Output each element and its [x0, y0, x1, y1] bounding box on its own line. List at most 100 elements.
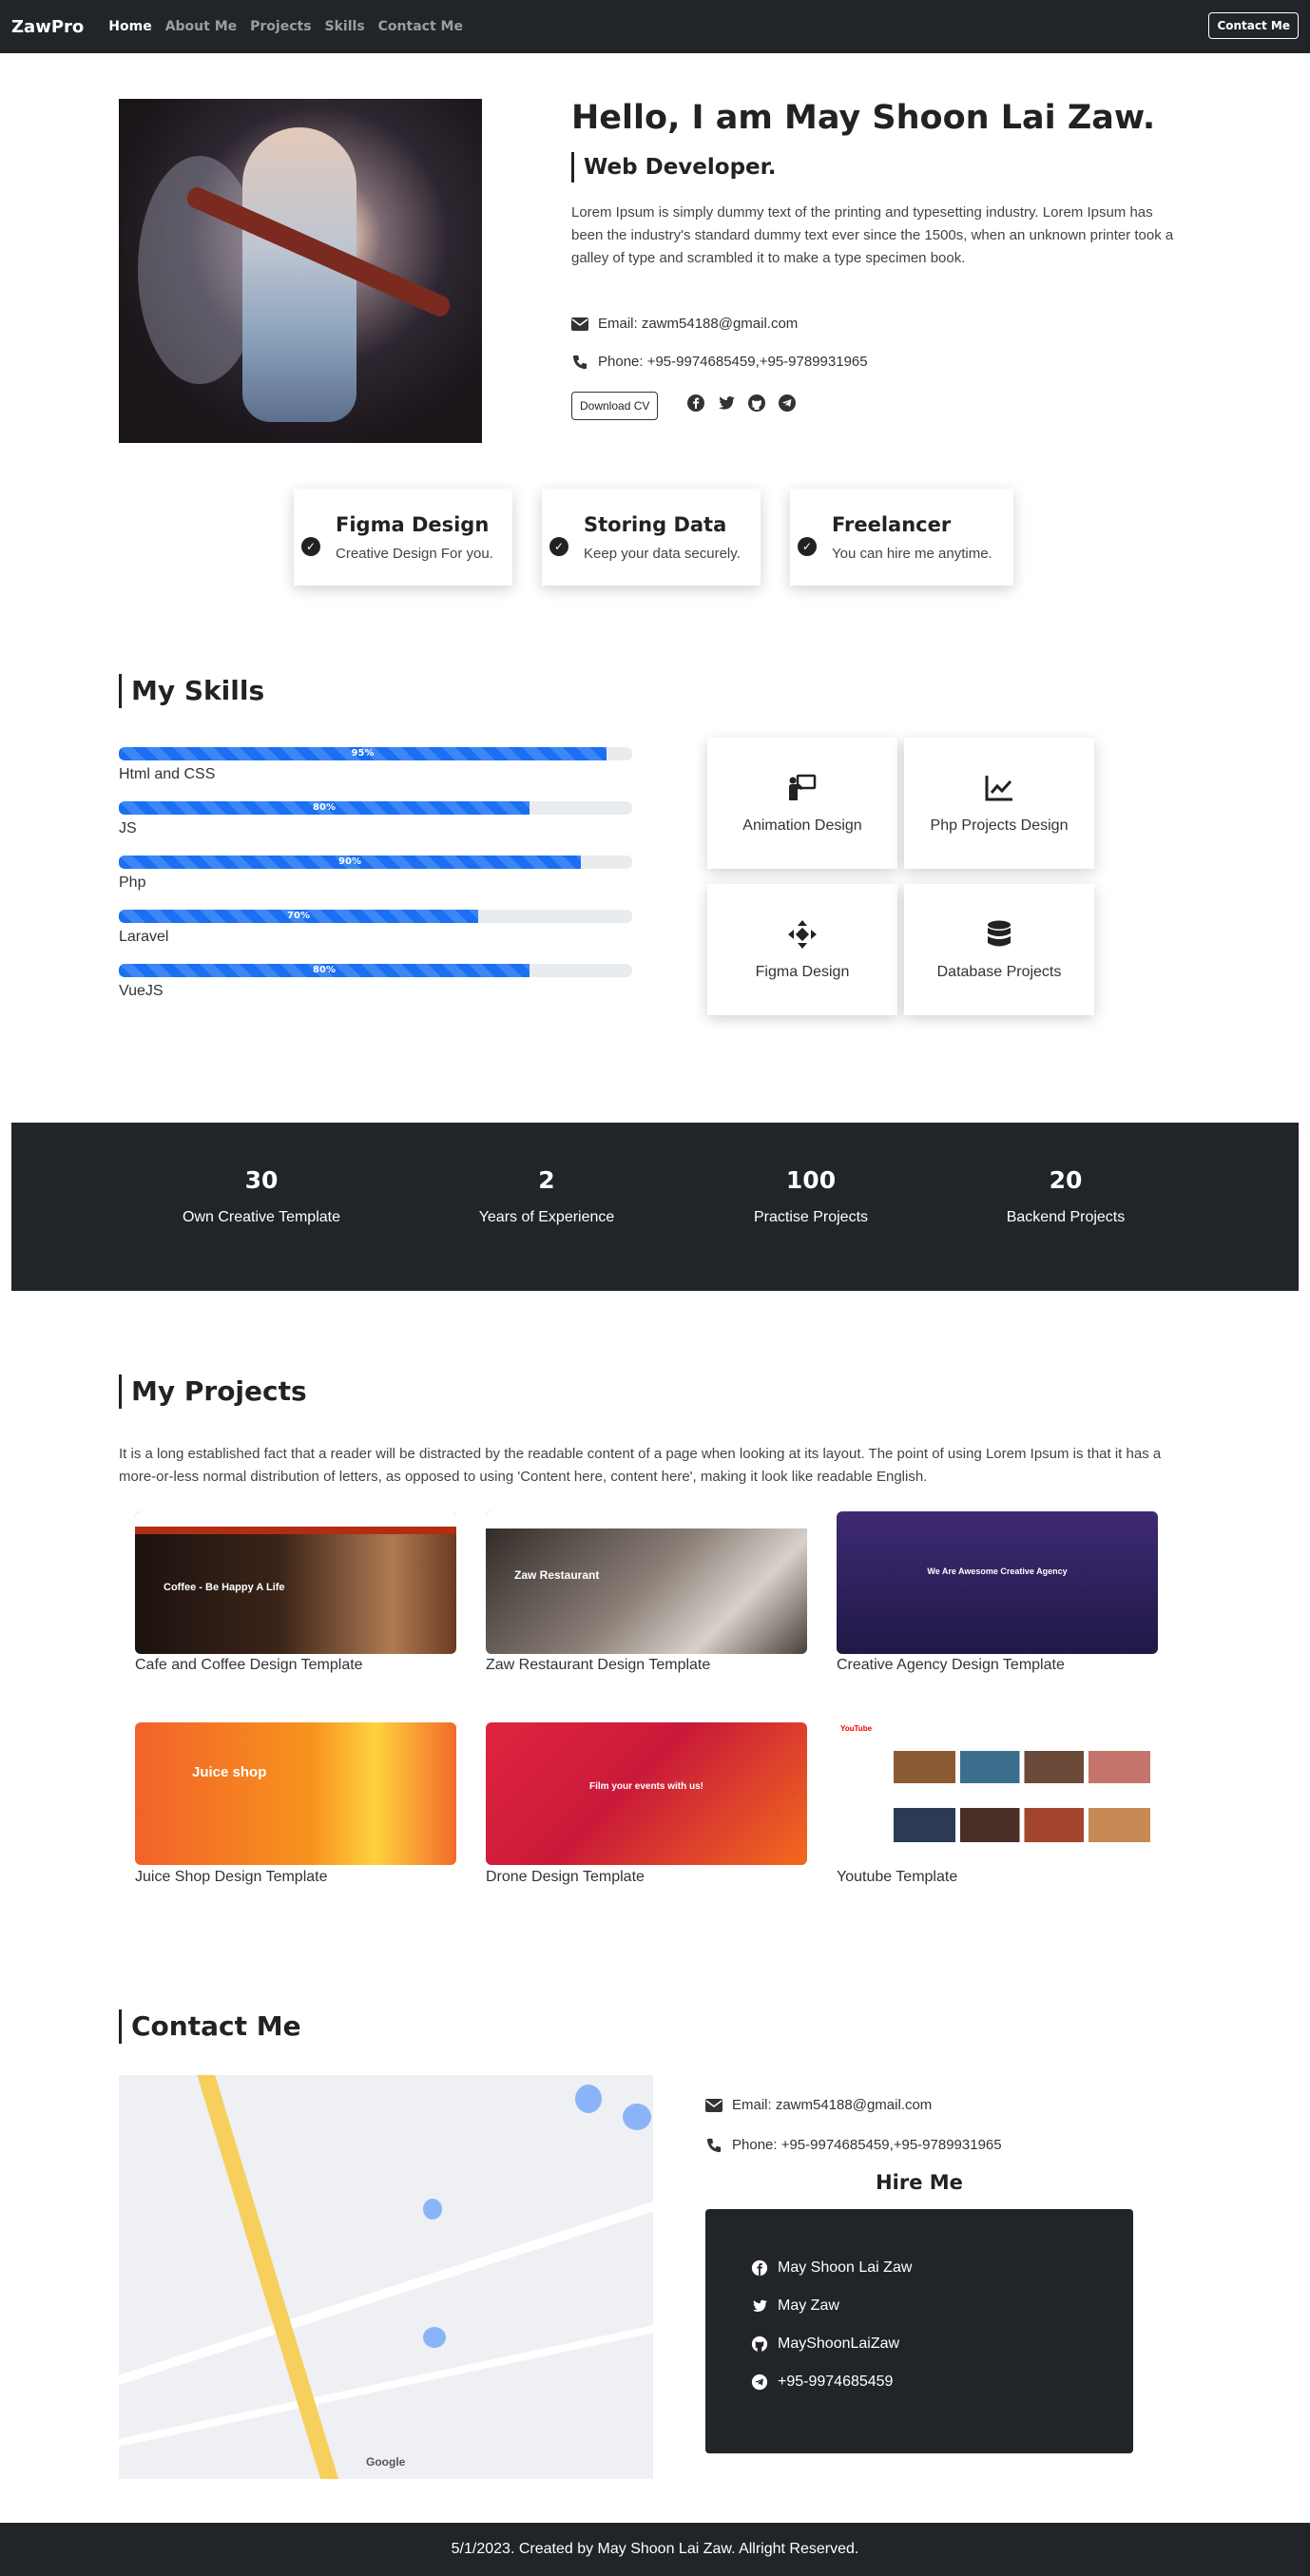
feature-card-figma: ✓ Figma Design Creative Design For you. — [294, 489, 512, 586]
stat-number: 2 — [538, 1166, 555, 1194]
skill-bar-js: 80% — [119, 801, 632, 815]
hire-me-panel: May Shoon Lai Zaw May Zaw MayShoonLaiZaw… — [705, 2209, 1133, 2453]
facebook-icon[interactable] — [686, 394, 705, 413]
projects-heading: My Projects — [119, 1375, 307, 1409]
skill-card-label: Figma Design — [755, 964, 850, 980]
presenter-icon — [789, 774, 817, 800]
phone-icon — [706, 2138, 722, 2152]
hire-item-text: May Shoon Lai Zaw — [778, 2259, 913, 2276]
brand-logo[interactable]: ZawPro — [11, 17, 84, 37]
feature-card-storing: ✓ Storing Data Keep your data securely. — [542, 489, 761, 586]
skill-card-label: Animation Design — [742, 817, 862, 834]
skill-card-label: Php Projects Design — [930, 817, 1069, 834]
facebook-icon — [751, 2259, 768, 2277]
hero-email-text: Email: zawm54188@gmail.com — [598, 316, 799, 332]
hire-item-telegram[interactable]: +95-9974685459 — [751, 2363, 1133, 2401]
project-thumb-restaurant[interactable]: Zaw Restaurant — [486, 1511, 807, 1654]
skill-bar-fill: 95% — [119, 747, 607, 760]
skill-label: JS — [119, 820, 137, 836]
project-thumb-youtube[interactable]: YouTube — [837, 1722, 1158, 1865]
projects-description: It is a long established fact that a rea… — [119, 1446, 1162, 1485]
skill-bar-fill: 80% — [119, 801, 530, 815]
project-thumb-drone[interactable]: Film your events with us! — [486, 1722, 807, 1865]
skill-card-php[interactable]: Php Projects Design — [904, 738, 1094, 869]
stat-number: 100 — [785, 1166, 837, 1194]
hero-subtitle: Web Developer. — [571, 152, 776, 183]
project-title[interactable]: Juice Shop Design Template — [135, 1869, 328, 1886]
project-title[interactable]: Cafe and Coffee Design Template — [135, 1657, 363, 1674]
hire-item-github[interactable]: MayShoonLaiZaw — [751, 2325, 1133, 2363]
nav-link-home[interactable]: Home — [108, 19, 151, 34]
skill-card-figma[interactable]: Figma Design — [707, 884, 897, 1015]
skill-bar-fill: 80% — [119, 964, 530, 977]
move-icon — [788, 920, 817, 949]
project-thumb-cafe[interactable]: Coffee - Be Happy A Life — [135, 1511, 456, 1654]
hire-me-title: Hire Me — [876, 2171, 963, 2194]
line-chart-icon — [985, 776, 1012, 801]
project-thumb-juice[interactable]: Juice shop — [135, 1722, 456, 1865]
project-thumb-caption: Zaw Restaurant — [514, 1568, 600, 1582]
feature-card-freelancer: ✓ Freelancer You can hire me anytime. — [790, 489, 1013, 586]
stat-label: Backend Projects — [1006, 1209, 1126, 1225]
telegram-icon[interactable] — [778, 394, 797, 413]
nav-link-contact[interactable]: Contact Me — [378, 19, 463, 34]
map-embed[interactable]: Google — [119, 2075, 653, 2479]
feature-title: Freelancer — [832, 512, 952, 536]
check-circle-icon: ✓ — [798, 537, 817, 556]
contact-me-button[interactable]: Contact Me — [1208, 12, 1299, 39]
hire-item-facebook[interactable]: May Shoon Lai Zaw — [751, 2249, 1133, 2287]
feature-title: Storing Data — [584, 512, 727, 536]
download-cv-button[interactable]: Download CV — [571, 392, 659, 420]
hero-email: Email: zawm54188@gmail.com — [571, 316, 798, 332]
project-thumb-caption: Coffee - Be Happy A Life — [164, 1582, 285, 1593]
github-icon — [751, 2336, 768, 2353]
navbar: ZawPro Home About Me Projects Skills Con… — [0, 0, 1310, 53]
contact-email-text: Email: zawm54188@gmail.com — [732, 2097, 933, 2113]
check-circle-icon: ✓ — [301, 537, 320, 556]
footer-text: 5/1/2023. Created by May Shoon Lai Zaw. … — [451, 2541, 859, 2557]
database-icon — [988, 920, 1011, 947]
stat-number: 20 — [1049, 1166, 1083, 1194]
github-icon[interactable] — [747, 394, 766, 413]
footer: 5/1/2023. Created by May Shoon Lai Zaw. … — [0, 2523, 1310, 2576]
contact-heading: Contact Me — [119, 2009, 301, 2044]
skill-bar-laravel: 70% — [119, 910, 632, 923]
hire-item-text: +95-9974685459 — [778, 2374, 894, 2390]
hire-item-twitter[interactable]: May Zaw — [751, 2287, 1133, 2325]
hero-description: Lorem Ipsum is simply dummy text of the … — [571, 204, 1174, 266]
envelope-icon — [571, 317, 588, 331]
skill-label: Laravel — [119, 929, 169, 945]
nav-link-projects[interactable]: Projects — [250, 19, 311, 34]
stat-label: Practise Projects — [753, 1209, 869, 1225]
skill-card-label: Database Projects — [936, 964, 1062, 980]
nav-link-skills[interactable]: Skills — [325, 19, 365, 34]
skills-heading: My Skills — [119, 674, 264, 708]
hero-phone-text: Phone: +95-9974685459,+95-9789931965 — [598, 354, 868, 370]
project-title[interactable]: Creative Agency Design Template — [837, 1657, 1065, 1674]
stat-item: 30 Own Creative Template — [147, 1166, 376, 1226]
twitter-icon — [752, 2299, 768, 2312]
stat-item: 100 Practise Projects — [697, 1166, 925, 1226]
skill-card-animation[interactable]: Animation Design — [707, 738, 897, 869]
skill-card-database[interactable]: Database Projects — [904, 884, 1094, 1015]
stat-item: 20 Backend Projects — [952, 1166, 1180, 1226]
skill-bar-php: 90% — [119, 855, 632, 869]
project-title[interactable]: Zaw Restaurant Design Template — [486, 1657, 710, 1674]
project-thumb-caption: We Are Awesome Creative Agency — [927, 1567, 1068, 1576]
twitter-icon[interactable] — [717, 394, 736, 413]
project-thumb-agency[interactable]: We Are Awesome Creative Agency — [837, 1511, 1158, 1654]
project-title[interactable]: Drone Design Template — [486, 1869, 645, 1886]
feature-title: Figma Design — [336, 512, 490, 536]
project-title[interactable]: Youtube Template — [837, 1869, 957, 1886]
skill-label: Html and CSS — [119, 766, 216, 782]
phone-icon — [572, 355, 588, 369]
feature-desc: Keep your data securely. — [584, 545, 741, 562]
project-thumb-caption: YouTube — [840, 1724, 873, 1733]
skill-bar-html: 95% — [119, 747, 632, 760]
feature-desc: You can hire me anytime. — [832, 545, 992, 562]
project-thumb-caption: Film your events with us! — [588, 1781, 704, 1792]
social-links — [686, 394, 797, 413]
stat-item: 2 Years of Experience — [433, 1166, 661, 1226]
nav-link-about[interactable]: About Me — [165, 19, 237, 34]
hire-item-text: May Zaw — [778, 2297, 839, 2314]
